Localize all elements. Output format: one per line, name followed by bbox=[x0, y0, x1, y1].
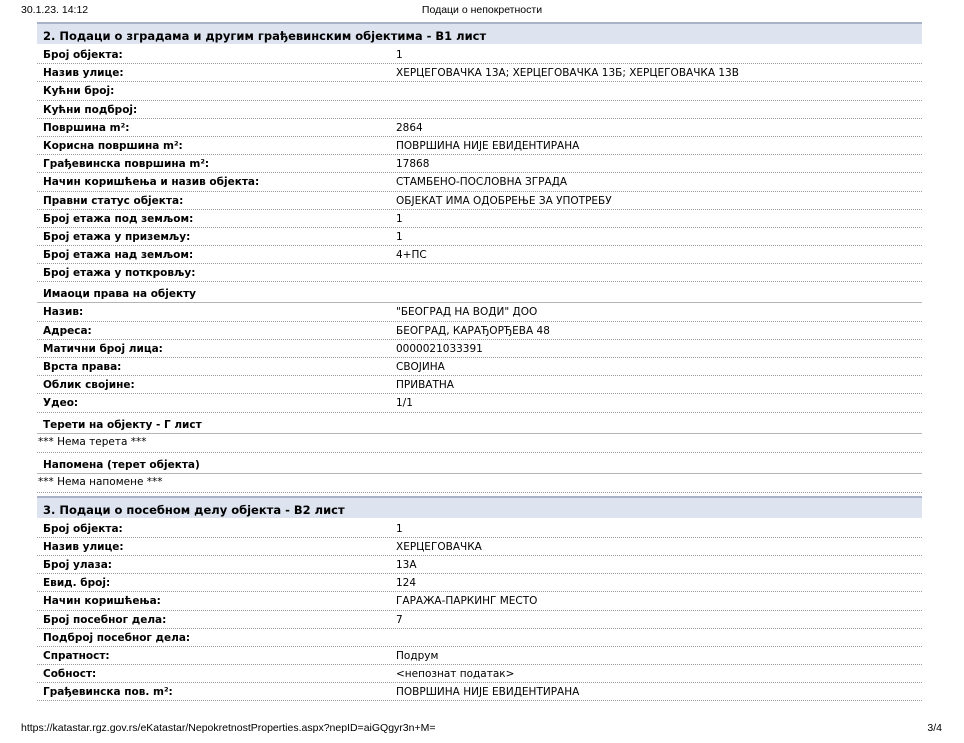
field-row: Број етажа под земљом: 1 bbox=[37, 210, 922, 228]
field-value: <непознат податак> bbox=[396, 668, 515, 681]
field-label: Површина m²: bbox=[43, 121, 130, 134]
print-title: Подаци о непокретности bbox=[421, 4, 543, 16]
field-label: Матични број лица: bbox=[43, 342, 163, 355]
field-row: Начин коришћења: ГАРАЖА-ПАРКИНГ МЕСТО bbox=[37, 592, 922, 611]
field-value: 0000021033391 bbox=[396, 342, 483, 355]
page-number: 3/4 bbox=[927, 722, 942, 734]
field-label: Подброј посебног дела: bbox=[43, 631, 191, 644]
field-row: Матични број лица: 0000021033391 bbox=[37, 340, 922, 358]
field-row: Назив улице: ХЕРЦЕГОВАЧКА 13А; ХЕРЦЕГОВАЧ… bbox=[37, 64, 922, 83]
field-value: 1/1 bbox=[396, 397, 413, 410]
field-value: БЕОГРАД, КАРАЂОРЂЕВА 48 bbox=[396, 324, 550, 337]
field-row: Грађевинска пов. m²: ПОВРШИНА НИЈЕ ЕВИДЕН… bbox=[37, 683, 922, 702]
section-b2-rows: Број објекта: 1 Назив улице: ХЕРЦЕГОВАЧКА Бр… bbox=[37, 520, 922, 702]
field-label: Број етажа над земљом: bbox=[43, 249, 194, 262]
field-label: Облик својине: bbox=[43, 379, 135, 392]
field-label: Собност: bbox=[43, 668, 97, 681]
field-value: 124 bbox=[396, 577, 417, 590]
field-value: ПОВРШИНА НИЈЕ ЕВИДЕНТИРАНА bbox=[396, 139, 580, 152]
field-value: "БЕОГРАД НА ВОДИ" ДОО bbox=[396, 306, 538, 319]
field-value: 7 bbox=[396, 613, 403, 626]
field-row: Број улаза: 13А bbox=[37, 556, 922, 575]
burdens-text: *** Нема терета *** bbox=[37, 434, 922, 453]
print-footer: https://katastar.rgz.gov.rs/eKatastar/Ne… bbox=[0, 722, 964, 736]
field-label: Назив улице: bbox=[43, 67, 124, 80]
field-label: Грађевинска површина m²: bbox=[43, 158, 210, 171]
field-value: 1 bbox=[396, 230, 403, 243]
field-row: Спратност: Подрум bbox=[37, 647, 922, 666]
field-row: Евид. број: 124 bbox=[37, 574, 922, 593]
field-row: Кућни подброј: bbox=[37, 101, 922, 119]
field-label: Назив: bbox=[43, 306, 84, 319]
field-value: 4+ПС bbox=[396, 249, 427, 262]
field-label: Корисна површина m²: bbox=[43, 139, 183, 152]
section-b1-header: 2. Подаци о зградама и другим грађевинск… bbox=[37, 22, 922, 44]
field-value: 1 bbox=[396, 49, 403, 61]
field-label: Правни статус објекта: bbox=[43, 194, 184, 207]
field-label: Начин коришћења и назив објекта: bbox=[43, 176, 260, 189]
field-label: Евид. број: bbox=[43, 577, 111, 590]
field-row: Правни статус објекта: ОБЈЕКАТ ИМА ОДОБРЕ… bbox=[37, 192, 922, 210]
field-label: Кућни подброј: bbox=[43, 103, 138, 116]
owners-rows: Назив: "БЕОГРАД НА ВОДИ" ДОО Адреса: БЕОГРА… bbox=[37, 303, 922, 413]
field-row: Број етажа у поткровљу: bbox=[37, 264, 922, 283]
field-row: Облик својине: ПРИВАТНА bbox=[37, 376, 922, 395]
field-row: Подброј посебног дела: bbox=[37, 629, 922, 647]
field-row: Корисна површина m²: ПОВРШИНА НИЈЕ ЕВИДЕН… bbox=[37, 137, 922, 156]
field-label: Број етажа под земљом: bbox=[43, 212, 194, 225]
field-value: 2864 bbox=[396, 121, 423, 134]
field-row: Површина m²: 2864 bbox=[37, 119, 922, 137]
field-label: Број посебног дела: bbox=[43, 613, 167, 626]
field-row: Удео: 1/1 bbox=[37, 394, 922, 413]
field-value: ПОВРШИНА НИЈЕ ЕВИДЕНТИРАНА bbox=[396, 686, 580, 699]
field-label: Спратност: bbox=[43, 649, 110, 662]
field-row: Назив: "БЕОГРАД НА ВОДИ" ДОО bbox=[37, 303, 922, 322]
field-label: Број етажа у приземљу: bbox=[43, 230, 191, 243]
field-label: Број објекта: bbox=[43, 522, 123, 535]
field-label: Начин коришћења: bbox=[43, 595, 161, 608]
field-value: ПРИВАТНА bbox=[396, 379, 454, 392]
field-value: ГАРАЖА-ПАРКИНГ МЕСТО bbox=[396, 595, 538, 608]
notes-header: Напомена (терет објекта) bbox=[37, 453, 922, 474]
field-row: Број објекта: 1 bbox=[37, 520, 922, 538]
field-value: Подрум bbox=[396, 649, 439, 662]
burdens-header: Терети на објекту - Г лист bbox=[37, 413, 922, 434]
field-label: Број улаза: bbox=[43, 558, 112, 571]
field-value: 17868 bbox=[396, 158, 430, 171]
field-row: Број посебног дела: 7 bbox=[37, 611, 922, 629]
field-label: Врста права: bbox=[43, 361, 122, 373]
field-row: Грађевинска површина m²: 17868 bbox=[37, 155, 922, 174]
field-row: Начин коришћења и назив објекта: СТАМБЕНО… bbox=[37, 173, 922, 192]
field-label: Грађевинска пов. m²: bbox=[43, 686, 173, 699]
document-content: 2. Подаци о зградама и другим грађевинск… bbox=[37, 22, 922, 702]
owners-header: Имаоци права на објекту bbox=[37, 282, 922, 304]
field-row: Врста права: СВОЈИНА bbox=[37, 358, 922, 377]
field-value: ОБЈЕКАТ ИМА ОДОБРЕЊЕ ЗА УПОТРЕБУ bbox=[396, 194, 612, 207]
field-row: Назив улице: ХЕРЦЕГОВАЧКА bbox=[37, 538, 922, 556]
field-value: 1 bbox=[396, 212, 403, 225]
field-row: Број етажа у приземљу: 1 bbox=[37, 228, 922, 247]
field-value: ХЕРЦЕГОВАЧКА 13А; ХЕРЦЕГОВАЧКА 13Б; ХЕРЦ… bbox=[396, 67, 739, 80]
field-value: 1 bbox=[396, 522, 403, 535]
field-label: Кућни број: bbox=[43, 85, 115, 98]
field-value: ХЕРЦЕГОВАЧКА bbox=[396, 540, 482, 553]
print-header: 30.1.23. 14:12 Подаци о непокретности bbox=[0, 4, 964, 18]
field-label: Број етажа у поткровљу: bbox=[43, 267, 196, 280]
field-row: Број етажа над земљом: 4+ПС bbox=[37, 246, 922, 265]
field-label: Удео: bbox=[43, 397, 79, 410]
section-b1-rows: Број објекта: 1 Назив улице: ХЕРЦЕГОВАЧКА 1… bbox=[37, 46, 922, 283]
field-row: Број објекта: 1 bbox=[37, 46, 922, 65]
field-value: СТАМБЕНО-ПОСЛОВНА ЗГРАДА bbox=[396, 176, 568, 189]
field-value: СВОЈИНА bbox=[396, 361, 445, 373]
field-label: Назив улице: bbox=[43, 540, 124, 553]
field-row: Кућни број: bbox=[37, 82, 922, 101]
field-row: Собност: <непознат податак> bbox=[37, 665, 922, 684]
print-url: https://katastar.rgz.gov.rs/eKatastar/Ne… bbox=[21, 722, 436, 734]
field-value: 13А bbox=[396, 558, 417, 571]
notes-text: *** Нема напомене *** bbox=[37, 474, 922, 493]
field-row: Адреса: БЕОГРАД, КАРАЂОРЂЕВА 48 bbox=[37, 322, 922, 340]
field-label: Адреса: bbox=[43, 324, 92, 337]
field-label: Број објекта: bbox=[43, 49, 123, 61]
section-b2-header: 3. Подаци о посебном делу објекта - В2 л… bbox=[37, 495, 922, 518]
